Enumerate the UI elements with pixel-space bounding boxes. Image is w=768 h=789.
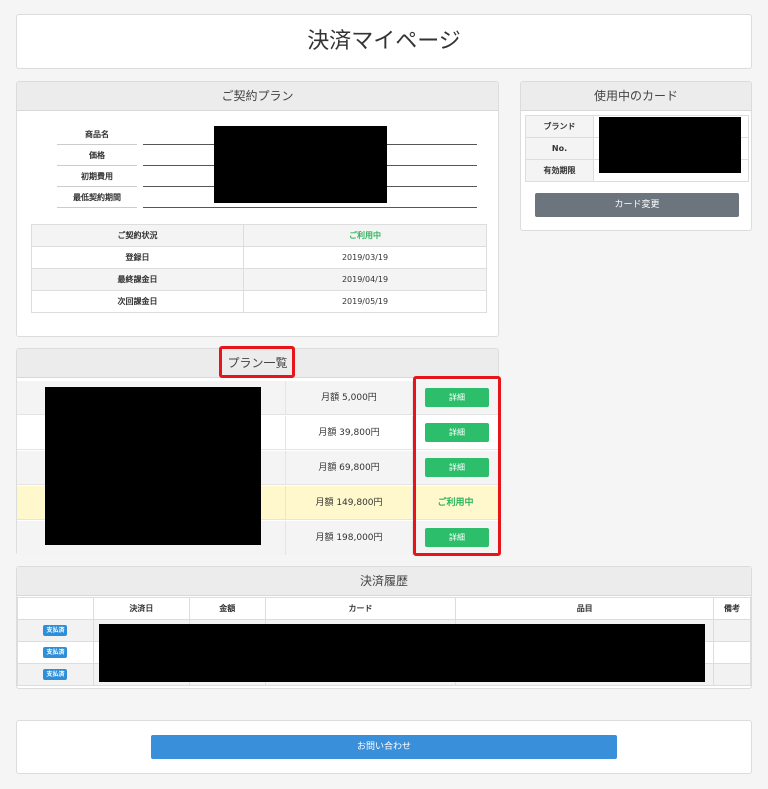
contact-button[interactable]: お問い合わせ (151, 735, 617, 759)
card-heading: 使用中のカード (521, 82, 751, 111)
info-label: 初期費用 (81, 172, 113, 181)
page-title: 決済マイページ (307, 29, 461, 54)
info-label: 商品名 (85, 130, 109, 139)
status-label: 最終課金日 (31, 268, 244, 291)
plan-price: 月額 69,800円 (285, 451, 413, 485)
plan-price: 月額 39,800円 (285, 416, 413, 450)
paid-badge: 支払済 (43, 669, 68, 680)
status-value: ご利用中 (243, 224, 487, 247)
status-value: 2019/03/19 (243, 246, 487, 269)
card-panel: 使用中のカード ブランド No. 有効期限 カード変更 (520, 81, 752, 231)
paid-badge: 支払済 (43, 625, 68, 636)
paid-badge: 支払済 (43, 647, 68, 658)
page-title-panel: 決済マイページ (16, 14, 752, 69)
redacted-block (99, 624, 705, 682)
plan-price: 月額 5,000円 (285, 381, 413, 415)
info-label: 価格 (89, 151, 105, 160)
highlight-box (413, 376, 501, 556)
plan-price: 月額 198,000円 (285, 521, 413, 555)
table-row: 登録日 2019/03/19 (31, 246, 487, 269)
column-header: 決済日 (92, 597, 190, 620)
payment-history-panel: 決済履歴 決済日 金額 カード 品目 備考 支払済 支払済 支払済 (16, 566, 752, 689)
contact-panel: お問い合わせ (16, 720, 752, 774)
column-header: カード (264, 597, 457, 620)
payment-history-heading: 決済履歴 (17, 567, 751, 596)
contract-status-table: ご契約状況 ご利用中 登録日 2019/03/19 最終課金日 2019/04/… (31, 224, 487, 313)
redacted-block (214, 126, 387, 203)
card-label: 有効期限 (525, 159, 594, 182)
status-label: ご契約状況 (31, 224, 244, 247)
table-row: 最終課金日 2019/04/19 (31, 268, 487, 291)
contract-plan-panel: ご契約プラン 商品名 価格 初期費用 最低契約期間 ご契約状況 ご利用中 登録日… (16, 81, 499, 337)
column-header (17, 597, 94, 620)
change-card-button[interactable]: カード変更 (535, 193, 739, 217)
redacted-block (45, 387, 261, 545)
info-label: 最低契約期間 (73, 193, 121, 202)
status-value: 2019/04/19 (243, 268, 487, 291)
column-header: 備考 (713, 597, 751, 620)
highlight-box (219, 346, 295, 378)
table-row: 次回課金日 2019/05/19 (31, 290, 487, 313)
plan-price: 月額 149,800円 (285, 486, 413, 520)
table-row: ご契約状況 ご利用中 (31, 224, 487, 247)
column-header: 金額 (188, 597, 266, 620)
status-label: 登録日 (31, 246, 244, 269)
redacted-block (599, 117, 741, 173)
column-header: 品目 (455, 597, 714, 620)
status-value: 2019/05/19 (243, 290, 487, 313)
status-label: 次回課金日 (31, 290, 244, 313)
table-header-row: 決済日 金額 カード 品目 備考 (17, 597, 751, 620)
contract-plan-heading: ご契約プラン (17, 82, 498, 111)
card-label: ブランド (525, 115, 594, 138)
card-label: No. (525, 137, 594, 160)
